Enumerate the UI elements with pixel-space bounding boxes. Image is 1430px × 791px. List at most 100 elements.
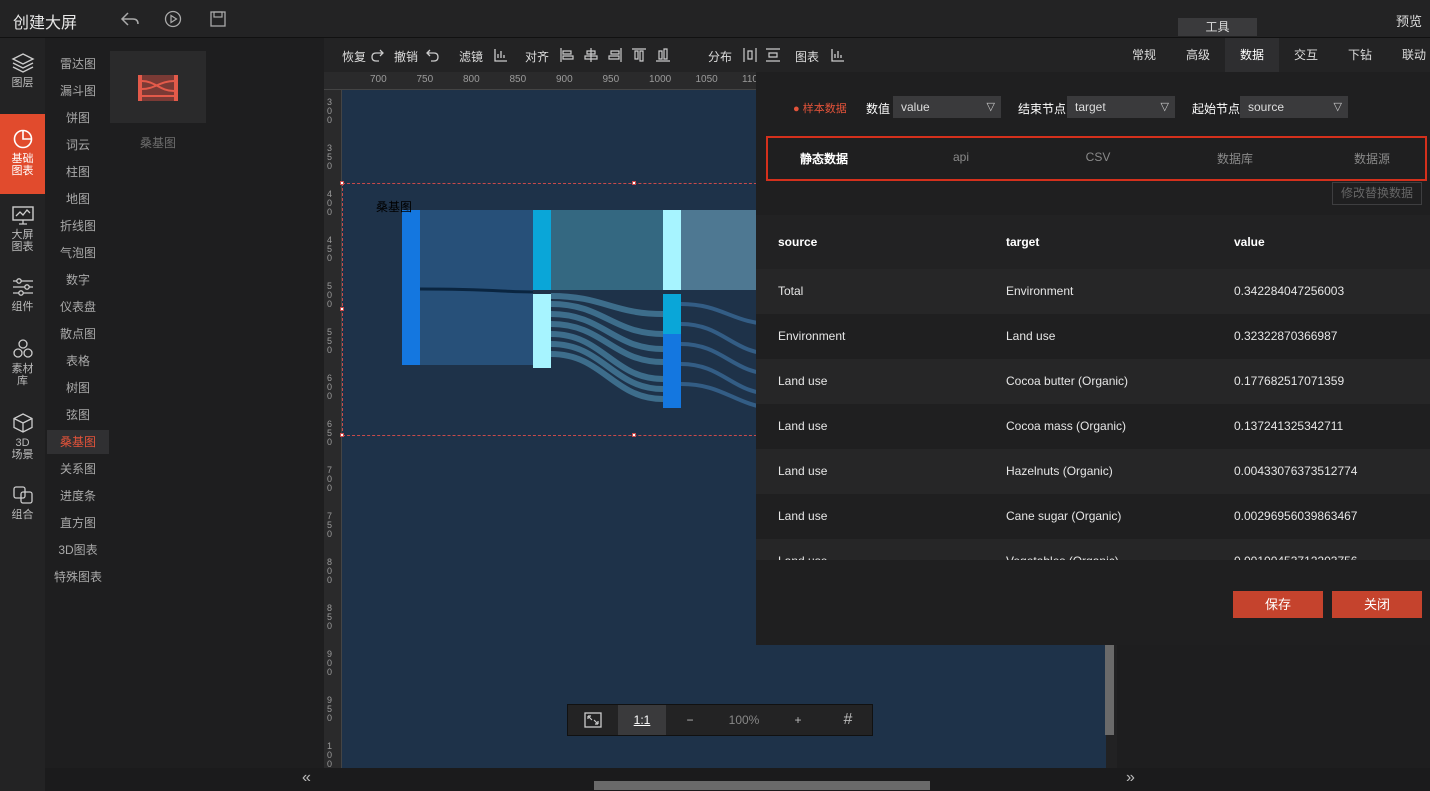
resize-handle[interactable] [632,181,636,185]
sidebar-item-screen-charts[interactable]: 大屏图表 [0,204,45,260]
filter-chart-icon[interactable] [493,47,509,63]
value-select[interactable]: value ▽ [893,96,1001,118]
ruler-tick-label: 850 [327,603,333,631]
distribute-horizontal-icon[interactable] [742,47,758,63]
screen-chart-icon [11,206,34,225]
category-item[interactable]: 散点图 [47,322,109,346]
category-item[interactable]: 折线图 [47,214,109,238]
source-tab[interactable]: 数据库 [1195,150,1275,167]
grid-toggle-button[interactable]: # [824,705,872,735]
distribute-button[interactable]: 分布 [708,48,732,65]
category-item[interactable]: 词云 [47,133,109,157]
ruler-tick-label: 550 [327,327,333,355]
sidebar-item-group[interactable]: 组合 [0,484,45,528]
align-top-icon[interactable] [631,47,647,63]
sidebar-item-layers[interactable]: 图层 [0,50,45,100]
undo-button[interactable]: 撤销 [394,48,418,65]
table-row[interactable]: Land use Cane sugar (Organic) 0.0029695603… [756,494,1430,539]
close-button[interactable]: 关闭 [1332,591,1422,618]
start-node-select[interactable]: source ▽ [1240,96,1348,118]
back-icon[interactable] [119,8,141,30]
category-item[interactable]: 漏斗图 [47,79,109,103]
end-node-select[interactable]: target ▽ [1067,96,1175,118]
category-item[interactable]: 饼图 [47,106,109,130]
redo-button[interactable]: 恢复 [342,48,366,65]
distribute-vertical-icon[interactable] [765,47,781,63]
modify-replace-data-button[interactable]: 修改替换数据 [1332,182,1422,205]
editor-toolbar: 恢复 撤销 滤镜 对齐 分布 图表 [324,38,1117,72]
property-tab[interactable]: 联动 [1387,38,1430,72]
category-item[interactable]: 进度条 [47,484,109,508]
table-cell: Land use [778,374,828,388]
source-tab[interactable]: 静态数据 [784,150,864,167]
align-button[interactable]: 对齐 [525,48,549,65]
table-row[interactable]: Land use Vegetables (Organic) 0.0010045371… [756,539,1430,560]
save-icon[interactable] [207,8,229,30]
sidebar-item-basic-charts[interactable]: 基础图表 [0,114,45,194]
chart-button[interactable]: 图表 [795,48,819,65]
category-item[interactable]: 地图 [47,187,109,211]
one-to-one-button[interactable]: 1:1 [618,705,666,735]
source-tab[interactable]: 数据源 [1332,150,1412,167]
table-row[interactable]: Land use Cocoa butter (Organic) 0.17768251… [756,359,1430,404]
chevron-down-icon: ▽ [1333,101,1342,113]
category-item[interactable]: 仪表盘 [47,295,109,319]
category-item[interactable]: 关系图 [47,457,109,481]
sidebar-item-label: 3D场景 [11,437,34,461]
zoom-out-button[interactable]: − [666,705,714,735]
table-row[interactable]: Total Environment 0.342284047256003 [756,269,1430,314]
table-row[interactable]: Land use Cocoa mass (Organic) 0.1372413253… [756,404,1430,449]
sankey-thumbnail[interactable] [110,51,206,123]
filter-button[interactable]: 滤镜 [459,48,483,65]
collapse-left-icon[interactable]: « [302,769,311,787]
resize-handle[interactable] [632,433,636,437]
table-row[interactable]: Environment Land use 0.32322870366987 [756,314,1430,359]
property-tab[interactable]: 下钻 [1333,38,1387,72]
category-item[interactable]: 雷达图 [47,52,109,76]
resize-handle[interactable] [340,307,344,311]
align-center-icon[interactable] [583,47,599,63]
category-item[interactable]: 3D图表 [47,538,109,562]
category-item[interactable]: 数字 [47,268,109,292]
resize-handle[interactable] [340,433,344,437]
source-tab[interactable]: api [921,150,1001,164]
sidebar-item-components[interactable]: 组件 [0,276,45,320]
horizontal-scrollbar[interactable] [594,781,930,790]
save-button[interactable]: 保存 [1233,591,1323,618]
play-icon[interactable] [162,8,184,30]
resize-handle[interactable] [340,181,344,185]
preview-button[interactable]: 预览 [1396,11,1422,30]
property-tab[interactable]: 常规 [1117,38,1171,72]
sample-data-label[interactable]: ● 样本数据 [793,100,847,116]
property-tab[interactable]: 高级 [1171,38,1225,72]
category-item[interactable]: 桑基图 [47,430,109,454]
tools-tab[interactable]: 工具 [1178,18,1257,36]
chart-icon[interactable] [830,47,846,63]
data-source-tabs: 静态数据 api CSV 数据库 数据源 [766,136,1427,181]
sidebar-item-assets[interactable]: 素材库 [0,338,45,396]
category-item[interactable]: 气泡图 [47,241,109,265]
category-item[interactable]: 树图 [47,376,109,400]
fit-screen-button[interactable] [568,705,618,735]
align-bottom-icon[interactable] [655,47,671,63]
chart-title: 桑基图 [376,200,413,214]
align-left-icon[interactable] [559,47,575,63]
table-row[interactable]: Land use Hazelnuts (Organic) 0.00433076373… [756,449,1430,494]
category-item[interactable]: 表格 [47,349,109,373]
zoom-in-button[interactable]: + [774,705,822,735]
ruler-tick-label: 1050 [695,74,718,85]
undo-icon[interactable] [424,47,440,63]
align-right-icon[interactable] [607,47,623,63]
sidebar-item-3d-scene[interactable]: 3D场景 [0,412,45,470]
source-tab[interactable]: CSV [1058,150,1138,164]
property-tab[interactable]: 交互 [1279,38,1333,72]
category-item[interactable]: 特殊图表 [47,565,109,589]
category-item[interactable]: 直方图 [47,511,109,535]
category-item[interactable]: 柱图 [47,160,109,184]
expand-right-icon[interactable]: » [1126,769,1135,787]
redo-icon[interactable] [370,47,386,63]
vertical-scrollbar[interactable] [1105,645,1114,735]
sankey-widget[interactable] [340,181,773,437]
property-tab[interactable]: 数据 [1225,38,1279,72]
category-item[interactable]: 弦图 [47,403,109,427]
